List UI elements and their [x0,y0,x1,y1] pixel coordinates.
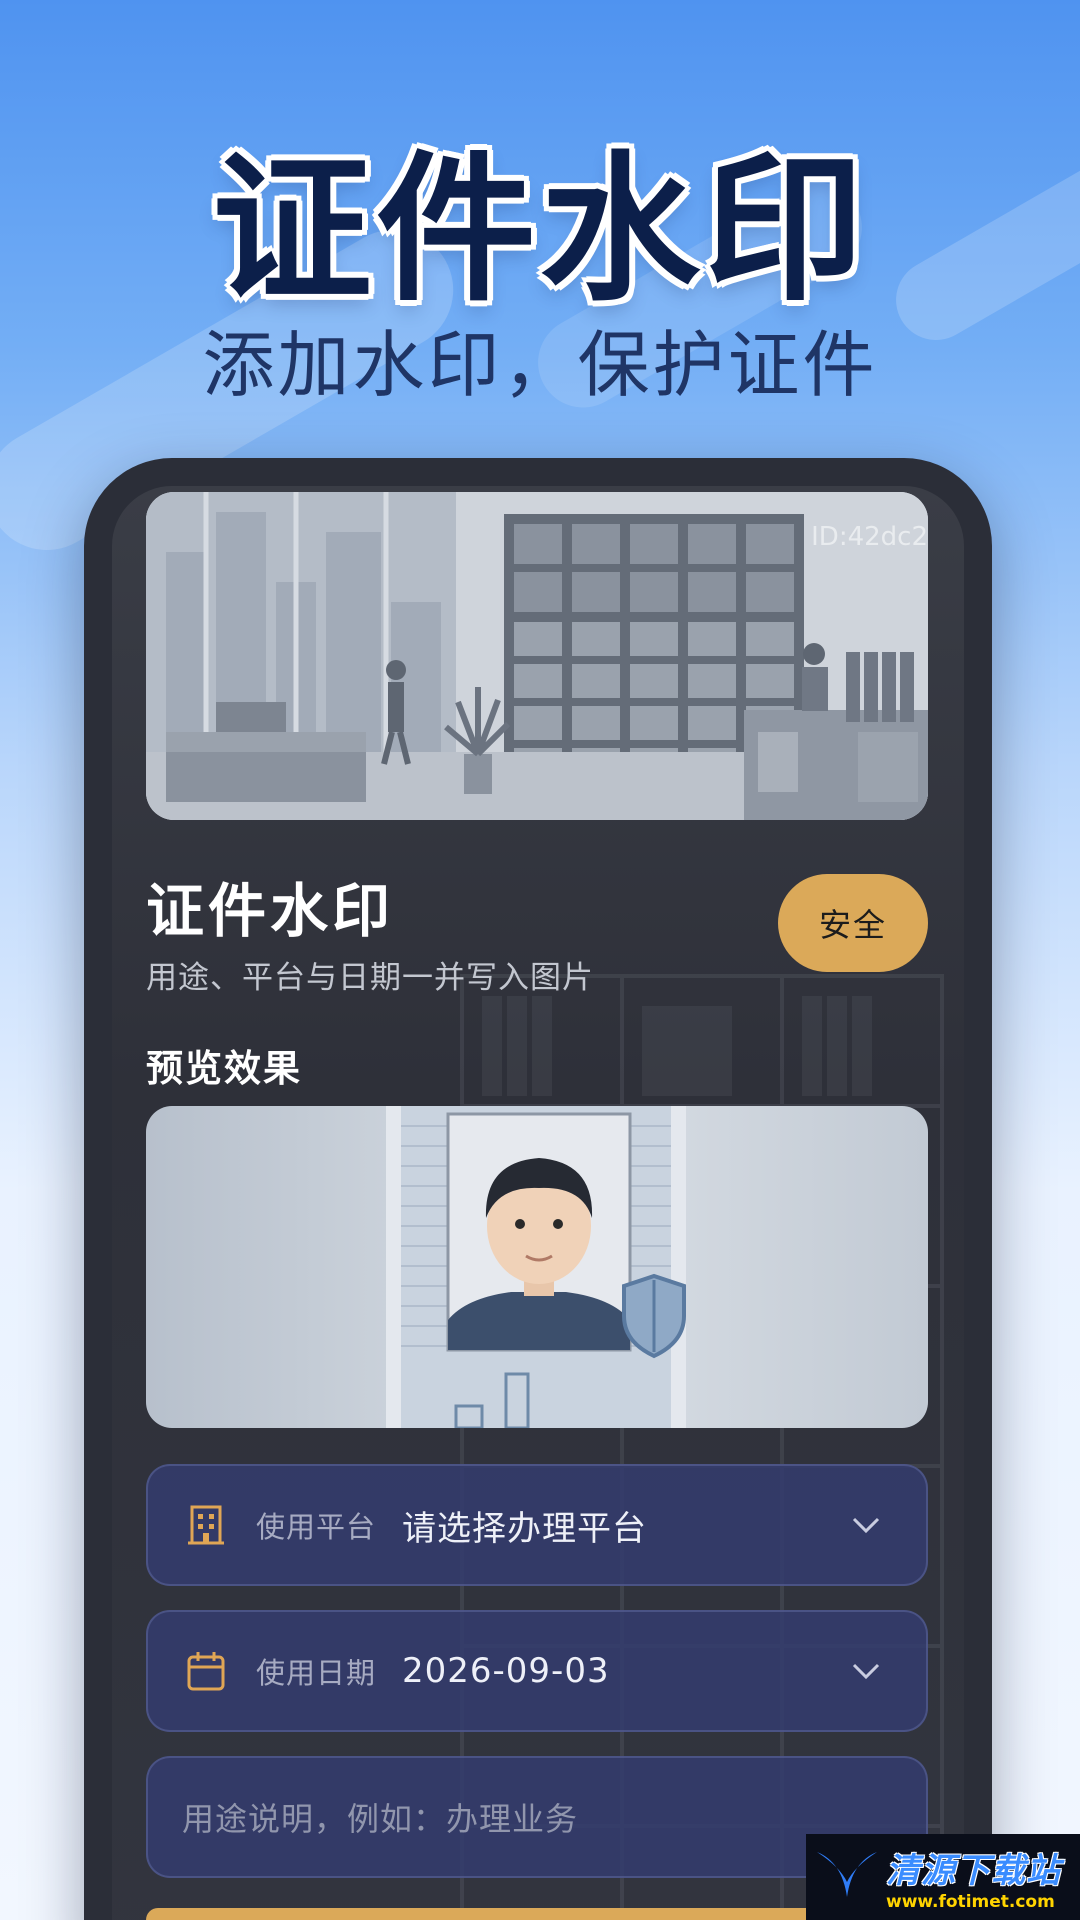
hero-title: 证件水印 [211,136,868,323]
office-banner-image: ID:42dc2 [146,492,928,820]
platform-label: 使用平台 [256,1510,377,1544]
watermark-url: www.fotimet.com [886,1891,1055,1912]
card-description: 用途、平台与日期一并写入图片 [146,960,594,996]
platform-value: 请选择办理平台 [402,1508,647,1549]
preview-label: 预览效果 [146,1047,302,1090]
platform-select[interactable]: 使用平台 请选择办理平台 [146,1464,928,1586]
date-label: 使用日期 [256,1656,377,1690]
site-watermark-logo: 清源下载站 www.fotimet.com [806,1834,1080,1920]
phone-mockup: ID:42dc2 证件水印 用途、平台与日期一并写入图片 安全 预览效果 使用平… [84,458,992,1920]
date-value: 2026-09-03 [402,1651,610,1691]
id-photo-preview [386,1106,686,1428]
phone-screen: ID:42dc2 证件水印 用途、平台与日期一并写入图片 安全 预览效果 使用平… [112,486,964,1920]
building-icon [184,1503,228,1547]
watermark-text: 清源下载站 [886,1850,1061,1891]
watermark-bird-icon [817,1852,877,1897]
app-store-screenshot: 证件水印 添加水印，保护证件 ID:42dc2 证件水印 用途、平台与日期一并写… [0,0,1080,1920]
card-title: 证件水印 [146,877,395,945]
calendar-icon [184,1649,228,1693]
banner-id-text: ID:42dc2 [811,522,928,552]
purpose-placeholder: 用途说明，例如：办理业务 [182,1800,579,1838]
hero-subtitle: 添加水印，保护证件 [202,323,878,407]
preview-image [146,1106,928,1428]
chevron-down-icon [846,1505,886,1545]
safe-badge[interactable]: 安全 [778,874,928,972]
date-select[interactable]: 使用日期 2026-09-03 [146,1610,928,1732]
chevron-down-icon [846,1651,886,1691]
